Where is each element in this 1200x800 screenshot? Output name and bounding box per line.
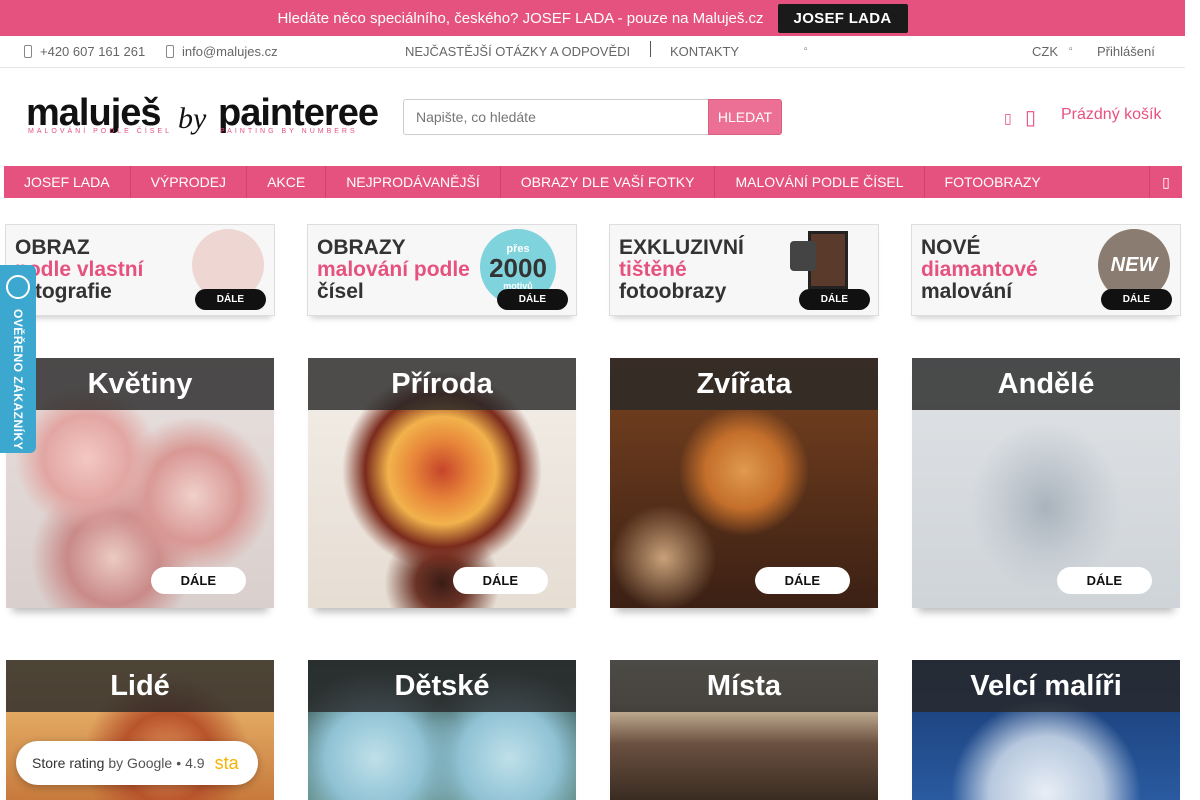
category-title: Lidé (6, 660, 274, 712)
category-card-andele[interactable]: Andělé DÁLE (912, 358, 1180, 608)
cart-label[interactable]: Prázdný košík (1061, 106, 1161, 124)
banner-line3: malování (921, 280, 1013, 303)
banner-line1: OBRAZ (15, 236, 90, 259)
nav-fotoobrazy[interactable]: FOTOOBRAZY (925, 166, 1061, 198)
category-title: Příroda (308, 358, 576, 410)
mail-icon (166, 45, 174, 58)
promo-text: Hledáte něco speciálního, českého? JOSEF… (277, 9, 764, 27)
banner-line3: čísel (317, 280, 364, 303)
phone-contact[interactable]: +420 607 161 261 (24, 44, 145, 59)
category-title: Dětské (308, 660, 576, 712)
banner-line1: OBRAZY (317, 236, 406, 259)
banner-line2: malování podle (317, 258, 470, 281)
chevron-down-icon[interactable]: ▫ (804, 44, 808, 55)
info-bar: +420 607 161 261 info@malujes.cz NEJČAST… (0, 36, 1185, 68)
currency-chevron-icon[interactable]: ▫ (1069, 44, 1073, 55)
currency-select[interactable]: CZK (1032, 44, 1058, 59)
category-title: Květiny (6, 358, 274, 410)
rating-dot: • (176, 755, 182, 771)
banner-diamond-painting[interactable]: NEW NOVÉ diamantové malování DÁLE (911, 224, 1181, 316)
rating-source: by Google (108, 755, 173, 771)
menu-toggle-icon[interactable]: ▯ (1149, 166, 1182, 198)
category-card-priroda[interactable]: Příroda DÁLE (308, 358, 576, 608)
banner-more-button[interactable]: DÁLE (798, 289, 870, 310)
faq-link[interactable]: NEJČASTĚJŠÍ OTÁZKY A ODPOVĚDI (405, 44, 630, 59)
verified-seal-icon (6, 275, 30, 299)
logo-sub1: MALOVÁNÍ PODLE ČÍSEL (28, 128, 173, 135)
logo-by: by (178, 102, 207, 135)
banner-more-button[interactable]: DÁLE (496, 289, 568, 310)
category-title: Zvířata (610, 358, 878, 410)
banner-line1: EXKLUZIVNÍ (619, 236, 744, 259)
contacts-link[interactable]: KONTAKTY (670, 44, 739, 59)
phone-number: +420 607 161 261 (40, 44, 146, 59)
category-card-velci-maliri[interactable]: Velcí malíři (912, 660, 1180, 800)
category-more-button[interactable]: DÁLE (150, 567, 246, 594)
banner-line2: tištěné (619, 258, 687, 281)
login-link[interactable]: Přihlášení (1097, 44, 1155, 59)
banner-more-button[interactable]: DÁLE (1100, 289, 1172, 310)
email-contact[interactable]: info@malujes.cz (166, 44, 278, 59)
printer-image (790, 241, 816, 271)
header: maluješ by painteree MALOVÁNÍ PODLE ČÍSE… (0, 68, 1185, 166)
rating-stars: sta (214, 752, 239, 773)
heart-icon[interactable]: ▯ (1004, 110, 1012, 127)
category-title: Místa (610, 660, 878, 712)
category-card-detske[interactable]: Dětské (308, 660, 576, 800)
nav-josef-lada[interactable]: JOSEF LADA (4, 166, 131, 198)
rating-label: Store rating (32, 755, 105, 771)
nav-nejprodavanejsi[interactable]: NEJPRODÁVANĚJŠÍ (326, 166, 501, 198)
site-logo[interactable]: maluješ by painteree MALOVÁNÍ PODLE ČÍSE… (26, 92, 392, 140)
store-rating-widget[interactable]: Store rating by Google • 4.9 sta (16, 741, 258, 785)
nav-vyprodej[interactable]: VÝPRODEJ (131, 166, 248, 198)
banner-photo-painting[interactable]: OBRAZ podle vlastní fotografie DÁLE (5, 224, 275, 316)
main-nav: JOSEF LADA VÝPRODEJ AKCE NEJPRODÁVANĚJŠÍ… (4, 166, 1182, 198)
category-more-button[interactable]: DÁLE (1056, 567, 1152, 594)
badge-label: OVĚŘENO ZÁKAZNÍKY (11, 309, 25, 451)
banner-printed-photos[interactable]: EXKLUZIVNÍ tištěné fotoobrazy DÁLE (609, 224, 879, 316)
cart-icon[interactable]: ▯ (1025, 105, 1036, 130)
phone-icon (24, 45, 32, 58)
promo-button[interactable]: JOSEF LADA (777, 3, 908, 33)
banner-line1: NOVÉ (921, 236, 981, 259)
divider (650, 41, 651, 57)
category-title: Velcí malíři (912, 660, 1180, 712)
search-button[interactable]: HLEDAT (708, 99, 782, 135)
search-input[interactable] (403, 99, 709, 135)
nav-obrazy-dle-fotky[interactable]: OBRAZY DLE VAŠÍ FOTKY (501, 166, 716, 198)
category-title: Andělé (912, 358, 1180, 410)
logo-sub2: PAINTING BY NUMBERS (220, 128, 358, 135)
category-card-mista[interactable]: Místa (610, 660, 878, 800)
verified-customers-badge[interactable]: OVĚŘENO ZÁKAZNÍKY (0, 265, 36, 453)
category-more-button[interactable]: DÁLE (754, 567, 850, 594)
banner-line2: diamantové (921, 258, 1038, 281)
email-address: info@malujes.cz (182, 44, 278, 59)
nav-akce[interactable]: AKCE (247, 166, 327, 198)
category-more-button[interactable]: DÁLE (452, 567, 548, 594)
banner-line3: fotoobrazy (619, 280, 727, 303)
promo-bar: Hledáte něco speciálního, českého? JOSEF… (0, 0, 1185, 36)
rating-score: 4.9 (185, 755, 205, 771)
category-card-zvirata[interactable]: Zvířata DÁLE (610, 358, 878, 608)
banner-more-button[interactable]: DÁLE (194, 289, 266, 310)
nav-malovani-podle-cisel[interactable]: MALOVÁNÍ PODLE ČÍSEL (715, 166, 925, 198)
category-card-kvetiny[interactable]: Květiny DÁLE (6, 358, 274, 608)
banner-paint-by-numbers[interactable]: přes 2000 motivů OBRAZY malování podle č… (307, 224, 577, 316)
